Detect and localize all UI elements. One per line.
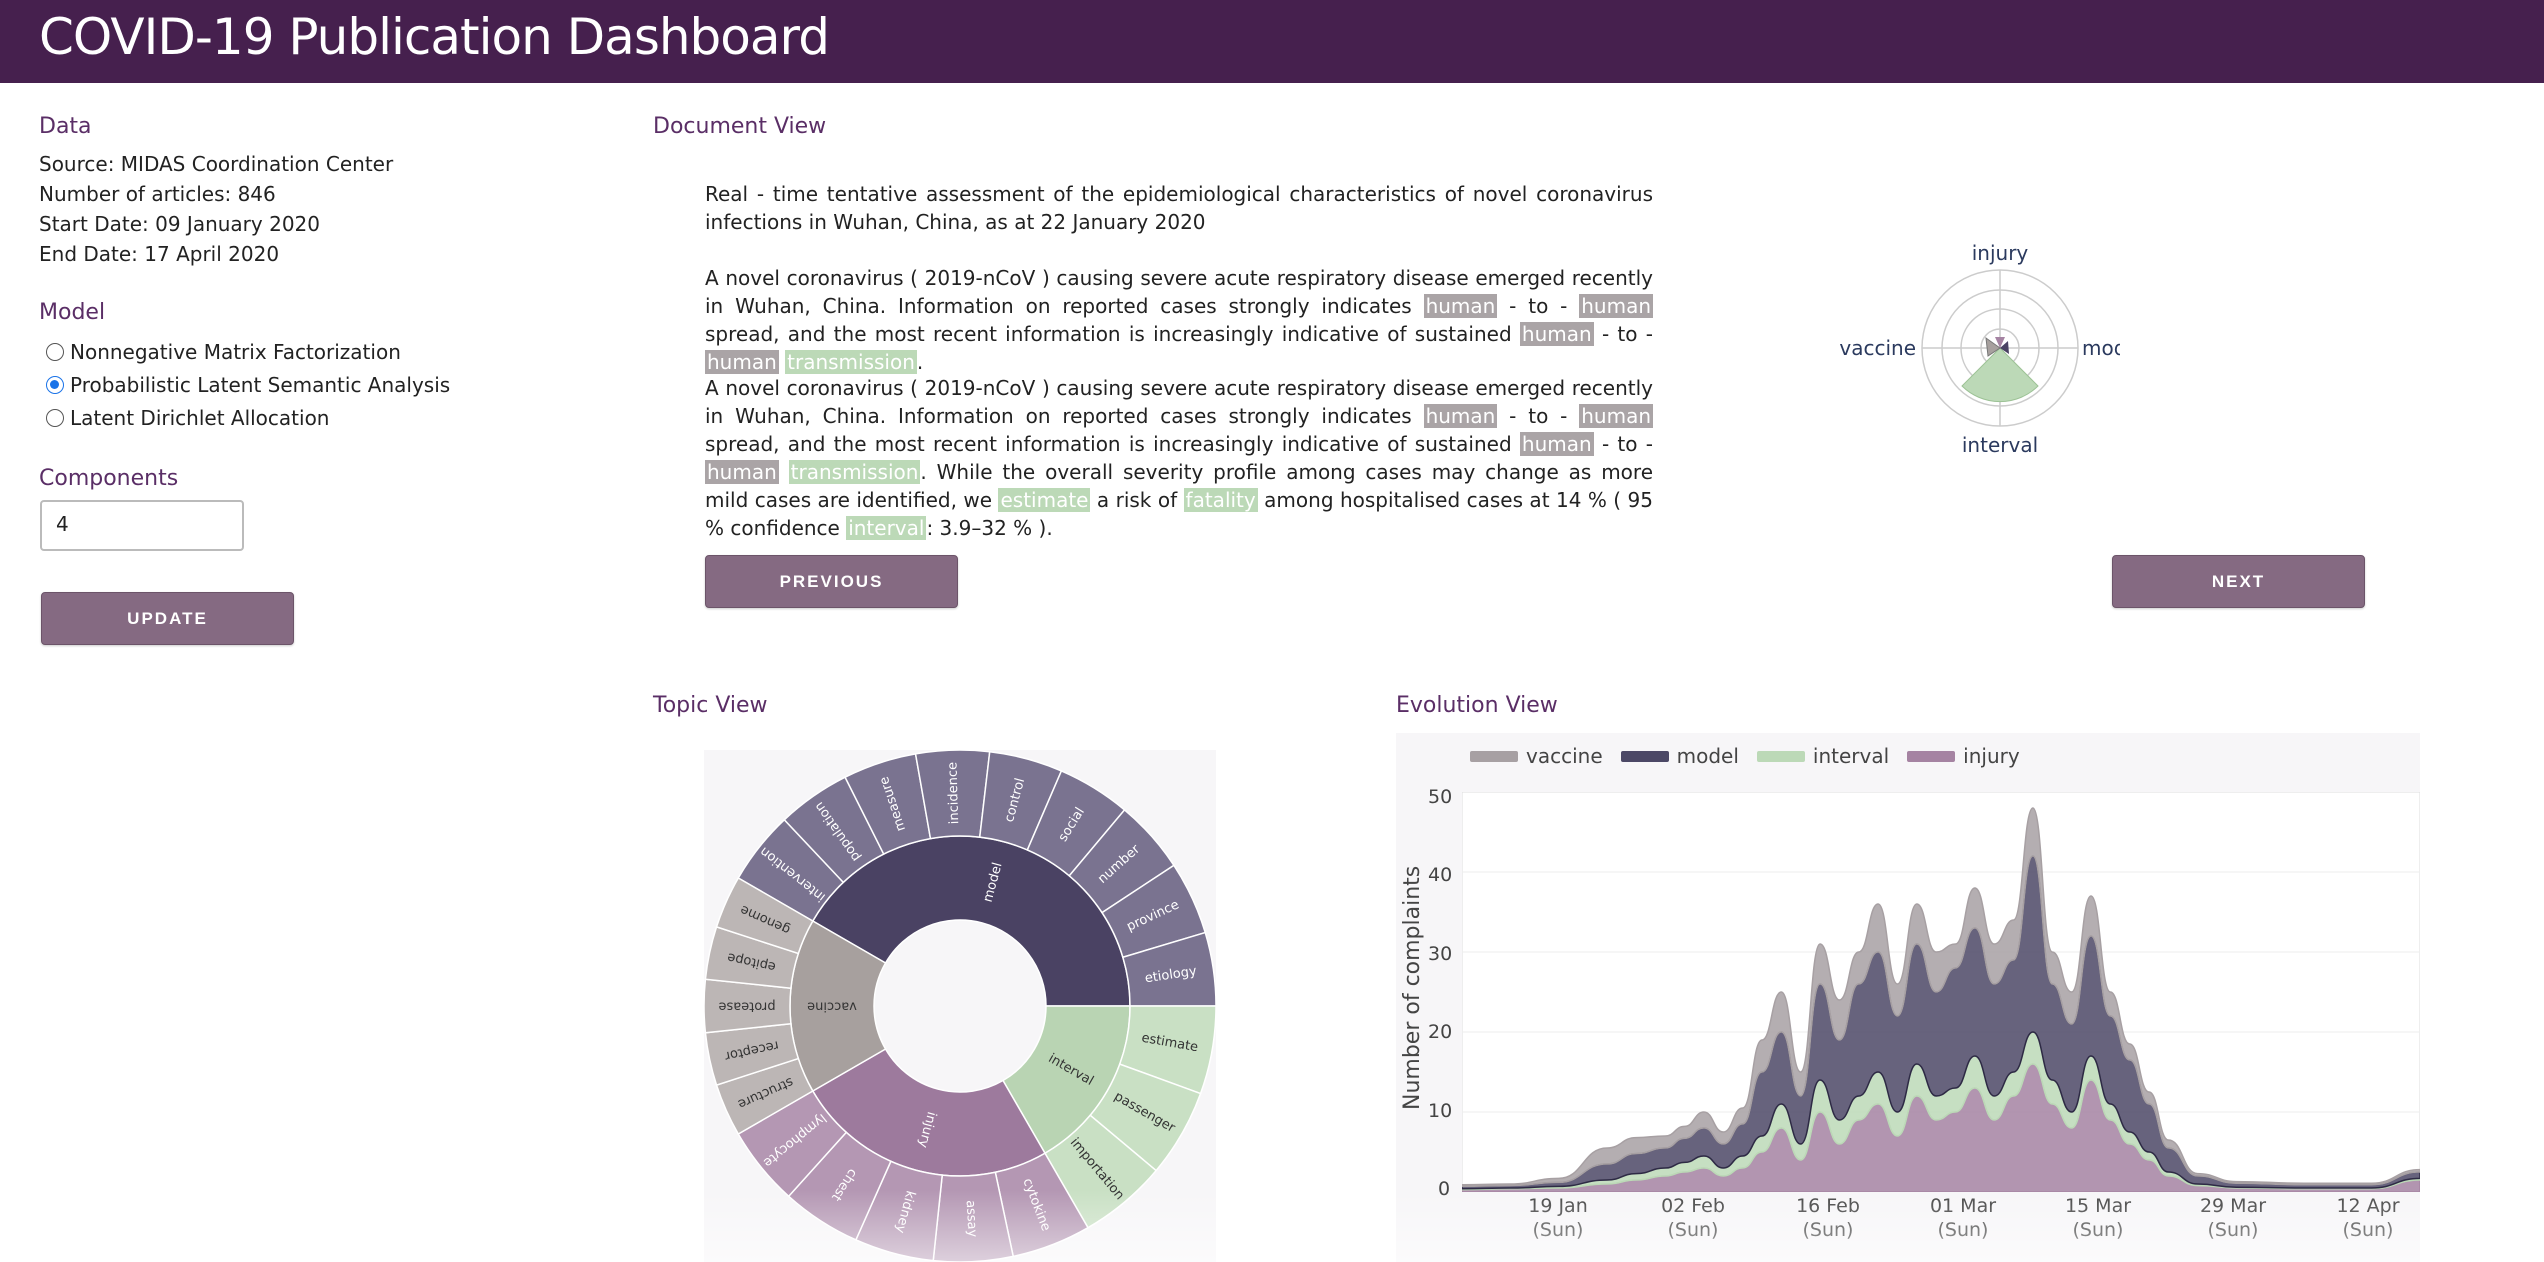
topic-radar-chart: injury model interval vaccine [1840,241,2120,457]
x-tick: 01 Mar (Sun) [1903,1194,2023,1242]
x-tick: 19 Jan (Sun) [1498,1194,1618,1242]
x-tick-date: 19 Jan [1528,1195,1588,1217]
model-section-title: Model [39,300,106,325]
y-tick: 30 [1428,943,1453,965]
x-tick-day: (Sun) [2072,1219,2124,1241]
y-tick: 10 [1428,1100,1453,1122]
model-option-plsa[interactable]: Probabilistic Latent Semantic Analysis [46,373,450,397]
evolution-view-title: Evolution View [1396,693,1558,718]
x-tick-date: 29 Mar [2199,1195,2267,1217]
x-tick: 29 Mar (Sun) [2173,1194,2293,1242]
legend-swatch [1470,750,1518,762]
components-input[interactable]: 4 [40,500,244,551]
previous-button[interactable]: PREVIOUS [705,555,958,608]
legend-label: interval [1812,744,1890,768]
topic-view-title: Topic View [653,693,768,718]
next-button[interactable]: NEXT [2112,555,2365,608]
evolution-y-axis-label: Number of complaints [1400,865,1425,1110]
data-section-title: Data [39,114,92,139]
components-title: Components [39,466,179,491]
x-tick-date: 15 Mar [2064,1195,2132,1217]
x-tick: 02 Feb (Sun) [1633,1194,1753,1242]
sunburst-label: vaccine [807,999,857,1014]
y-tick: 0 [1438,1178,1451,1200]
topic-sunburst-chart[interactable]: interventionpopulation measure incidence co… [703,749,1217,1262]
legend-item-vaccine[interactable]: vaccine [1470,744,1603,768]
article-count: Number of articles: 846 [39,182,276,206]
radar-interval-wedge [1961,347,2039,403]
x-tick-date: 01 Mar [1929,1195,1997,1217]
radar-label-interval: interval [1962,433,2038,457]
document-paragraph-2: A novel coronavirus ( 2019-nCoV ) causin… [705,376,1653,540]
data-source: Source: MIDAS Coordination Center [39,152,394,176]
radar-label-vaccine: vaccine [1840,336,1916,360]
x-tick-date: 16 Feb [1796,1195,1860,1217]
x-tick-day: (Sun) [2207,1219,2259,1241]
evolution-legend: vaccine model interval injury [1470,744,2020,768]
radio-button[interactable] [46,343,64,361]
app-title: COVID-19 Publication Dashboard [39,8,830,66]
update-button[interactable]: UPDATE [41,592,294,645]
y-tick: 50 [1428,786,1453,808]
y-tick: 40 [1428,864,1453,886]
sunburst-label: protease [718,999,775,1014]
document-title-text: Real - time tentative assessment of the … [705,182,1653,234]
x-tick-day: (Sun) [1667,1219,1719,1241]
evolution-area-chart[interactable] [1462,792,2420,1192]
app-header: COVID-19 Publication Dashboard [0,0,2544,83]
x-tick: 15 Mar (Sun) [2038,1194,2158,1242]
end-date: End Date: 17 April 2020 [39,242,280,266]
legend-label: model [1676,744,1739,768]
legend-item-model[interactable]: model [1620,744,1739,768]
radar-label-model: model [2082,336,2120,360]
model-option-lda[interactable]: Latent Dirichlet Allocation [46,406,329,430]
legend-label: vaccine [1526,744,1603,768]
x-tick-day: (Sun) [1802,1219,1854,1241]
sunburst-label: incidence [945,762,962,825]
start-date: Start Date: 09 January 2020 [39,212,320,236]
radar-label-injury: injury [1972,241,2029,265]
legend-swatch [1620,750,1669,762]
x-tick-day: (Sun) [2342,1219,2394,1241]
radio-button-selected[interactable] [46,376,64,394]
model-option-nmf[interactable]: Nonnegative Matrix Factorization [46,340,401,364]
legend-swatch [1756,750,1805,762]
model-option-label: Nonnegative Matrix Factorization [70,340,401,364]
model-option-label: Probabilistic Latent Semantic Analysis [70,373,451,397]
x-tick: 12 Apr (Sun) [2308,1194,2428,1242]
legend-item-interval[interactable]: interval [1756,744,1890,768]
radio-button[interactable] [46,409,64,427]
document-view-title: Document View [653,114,827,139]
model-option-label: Latent Dirichlet Allocation [70,406,330,430]
x-tick-date: 02 Feb [1661,1195,1725,1217]
x-tick-date: 12 Apr [2336,1195,2400,1217]
legend-item-injury[interactable]: injury [1907,744,2020,768]
y-tick: 20 [1428,1021,1453,1043]
x-tick-day: (Sun) [1532,1219,1584,1241]
x-tick: 16 Feb (Sun) [1768,1194,1888,1242]
legend-swatch [1907,750,1956,762]
legend-label: injury [1963,744,2020,768]
topic-sunburst-panel: intervention population measure incidence co… [703,749,1217,1262]
document-paragraph-1: A novel coronavirus ( 2019-nCoV ) causin… [705,266,1653,374]
x-tick-day: (Sun) [1937,1219,1989,1241]
sunburst-label: assay [963,1200,980,1238]
